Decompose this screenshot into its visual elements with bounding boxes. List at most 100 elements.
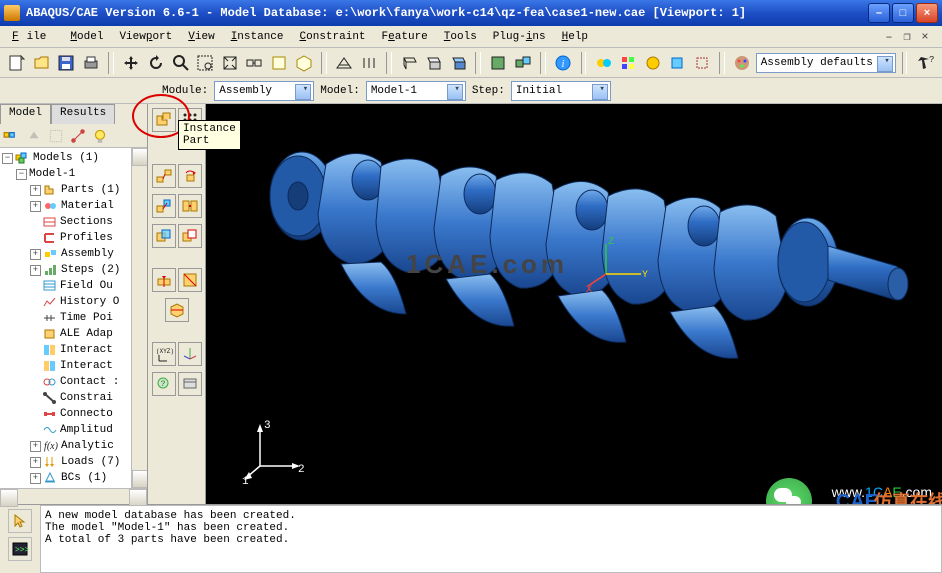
menu-tools[interactable]: Tools (436, 29, 485, 45)
csys-button[interactable]: (XYZ) (152, 342, 176, 366)
viewport[interactable]: Z Y X 3 2 1 1CAE.com www.1CAE.com CAE 仿真… (206, 104, 942, 504)
tree-time[interactable]: Time Poi (60, 312, 113, 324)
tree-models[interactable]: Models (1) (33, 152, 99, 164)
menu-feature[interactable]: Feature (374, 29, 436, 45)
model-combo[interactable]: Model-1 (366, 81, 466, 101)
close-button[interactable]: × (916, 3, 938, 23)
mdi-minimize[interactable]: – (882, 30, 896, 44)
combo-text: Assembly defaults (761, 57, 873, 69)
render-hidden-icon[interactable] (422, 51, 445, 75)
tree-amplitud[interactable]: Amplitud (60, 424, 113, 436)
instance-part-button[interactable] (152, 108, 176, 132)
translate-instance-button[interactable] (152, 164, 176, 188)
tree-ale[interactable]: ALE Adap (60, 328, 113, 340)
message-select-icon[interactable] (8, 509, 32, 533)
cut-button[interactable] (178, 224, 202, 248)
tab-model[interactable]: Model (0, 104, 51, 124)
save-icon[interactable] (55, 51, 78, 75)
minimize-button[interactable]: – (868, 3, 890, 23)
instance-display-icon[interactable] (512, 51, 535, 75)
perspective-icon[interactable] (333, 51, 356, 75)
color-mode-combo[interactable]: Assembly defaults (756, 53, 896, 73)
query-button[interactable]: ? (152, 372, 176, 396)
menu-instance[interactable]: Instance (223, 29, 292, 45)
tree-materials[interactable]: Material (61, 200, 114, 212)
menu-viewport[interactable]: Viewport (111, 29, 180, 45)
partition-cell-button[interactable] (165, 298, 189, 322)
color-tool2-icon[interactable] (617, 51, 640, 75)
tree-profiles[interactable]: Profiles (60, 232, 113, 244)
part-display-icon[interactable] (487, 51, 510, 75)
color-tool3-icon[interactable] (642, 51, 665, 75)
show-empty-icon[interactable] (46, 126, 66, 146)
tree-bcs[interactable]: BCs (1) (61, 472, 107, 484)
datum-axis-button[interactable] (178, 342, 202, 366)
whatsthis-icon[interactable]: ? (913, 51, 936, 75)
tree-loads[interactable]: Loads (7) (61, 456, 120, 468)
bulb-icon[interactable] (90, 126, 110, 146)
step-combo[interactable]: Initial (511, 81, 611, 101)
tree-analytic[interactable]: Analytic (61, 440, 114, 452)
tree-parts[interactable]: Parts (1) (61, 184, 120, 196)
tree-sections[interactable]: Sections (60, 216, 113, 228)
tree-scrollbar-horizontal[interactable] (0, 488, 147, 504)
expand-up-icon[interactable] (24, 126, 44, 146)
render-shaded-icon[interactable] (447, 51, 470, 75)
color-mode-icon[interactable] (731, 51, 754, 75)
print-icon[interactable] (80, 51, 103, 75)
tree-field[interactable]: Field Ou (60, 280, 113, 292)
model-tree[interactable]: −Models (1) −Model-1 +Parts (1) +Materia… (0, 148, 147, 488)
merge-button[interactable] (152, 224, 176, 248)
mdi-restore[interactable]: ❐ (900, 30, 914, 44)
render-wire-icon[interactable] (398, 51, 421, 75)
cycle-views-icon[interactable] (243, 51, 266, 75)
menu-model[interactable]: Model (62, 29, 111, 45)
translate-to-button[interactable] (152, 194, 176, 218)
pan-icon[interactable] (120, 51, 143, 75)
message-log[interactable]: A new model database has been created. T… (40, 505, 942, 573)
view-iso-icon[interactable] (292, 51, 315, 75)
tab-results[interactable]: Results (51, 104, 115, 124)
menu-constraint[interactable]: Constraint (292, 29, 374, 45)
tree-constrain[interactable]: Constrai (60, 392, 113, 404)
bcs-icon (43, 471, 59, 485)
fit-icon[interactable] (219, 51, 242, 75)
color-tool1-icon[interactable] (592, 51, 615, 75)
display-options-button[interactable] (178, 372, 202, 396)
view-front-icon[interactable] (268, 51, 291, 75)
info-icon[interactable]: i (552, 51, 575, 75)
menu-view[interactable]: View (180, 29, 222, 45)
open-icon[interactable] (31, 51, 54, 75)
color-tool4-icon[interactable] (666, 51, 689, 75)
tree-assembly[interactable]: Assembly (61, 248, 114, 260)
tree-interact2[interactable]: Interact (60, 360, 113, 372)
new-model-icon[interactable] (6, 51, 29, 75)
menu-plugins[interactable]: Plug-ins (485, 29, 554, 45)
maximize-button[interactable]: □ (892, 3, 914, 23)
zoom-icon[interactable] (169, 51, 192, 75)
box-zoom-icon[interactable] (194, 51, 217, 75)
color-tool5-icon[interactable] (691, 51, 714, 75)
brand-cn: 仿真在线 (874, 488, 942, 504)
rotate-icon[interactable] (145, 51, 168, 75)
menu-help[interactable]: Help (554, 29, 596, 45)
message-cli-icon[interactable]: >>> (8, 537, 32, 561)
partition-edge-button[interactable] (152, 268, 176, 292)
menu-file[interactable]: File (4, 29, 62, 45)
partition-face-button[interactable] (178, 268, 202, 292)
tree-history[interactable]: History O (60, 296, 119, 308)
tree-model1[interactable]: Model-1 (29, 168, 75, 180)
parallel-icon[interactable] (357, 51, 380, 75)
tree-steps[interactable]: Steps (2) (61, 264, 120, 276)
tree-connector[interactable]: Connecto (60, 408, 113, 420)
tree-contact[interactable]: Contact : (60, 376, 119, 388)
rotate-instance-button[interactable] (178, 164, 202, 188)
module-combo[interactable]: Assembly (214, 81, 314, 101)
mdi-close[interactable]: × (918, 30, 932, 44)
model-filter-icon[interactable] (2, 126, 22, 146)
tree-interact1[interactable]: Interact (60, 344, 113, 356)
set-root-icon[interactable] (68, 126, 88, 146)
steps-icon (43, 263, 59, 277)
tree-scrollbar-vertical[interactable] (131, 148, 147, 488)
constraint-button[interactable] (178, 194, 202, 218)
